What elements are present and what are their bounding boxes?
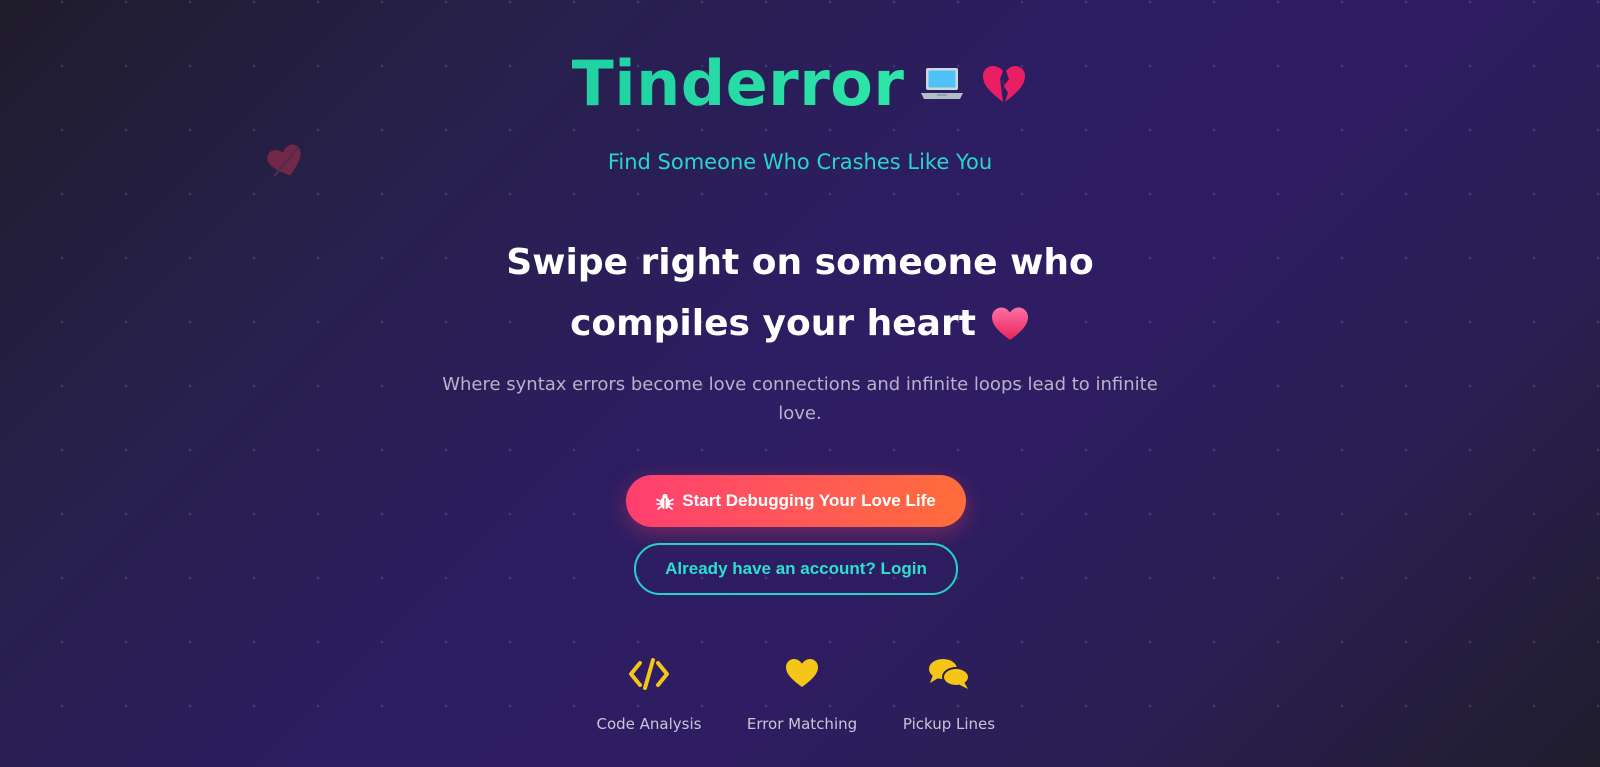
code-icon: [629, 658, 669, 690]
tagline: Find Someone Who Crashes Like You: [607, 150, 993, 174]
feature-label: Code Analysis: [596, 715, 702, 733]
feature-error-matching: Error Matching: [722, 655, 882, 733]
bug-icon: [656, 493, 675, 510]
feature-code-analysis: Code Analysis: [569, 655, 729, 733]
chat-bubbles-icon: [929, 659, 970, 689]
hero-headline: Swipe right on someone who compiles your…: [0, 232, 1600, 354]
login-button[interactable]: Already have an account? Login: [634, 543, 958, 595]
heart-icon: [991, 307, 1028, 340]
heart-icon: [786, 659, 818, 687]
landing-page: Tinderror Find Someone Who Crashes Like …: [0, 0, 1600, 767]
headline-line-2: compiles your heart: [570, 293, 1030, 354]
hero-description: Where syntax errors become love connecti…: [442, 374, 1158, 424]
headline-line-1: Swipe right on someone who: [506, 242, 1094, 283]
start-debugging-label: Start Debugging Your Love Life: [682, 491, 936, 510]
feature-label: Pickup Lines: [902, 715, 996, 733]
laptop-icon: [921, 68, 964, 99]
start-debugging-button[interactable]: Start Debugging Your Love Life: [626, 475, 966, 527]
broken-heart-icon: [983, 66, 1026, 102]
features-row: Code Analysis Error Matching Pickup Line…: [0, 655, 1600, 745]
brand-header: Tinderror: [0, 44, 1600, 124]
brand-title: Tinderror: [572, 44, 905, 124]
feature-label: Error Matching: [746, 715, 858, 733]
feature-pickup-lines: Pickup Lines: [869, 655, 1029, 733]
headline-line-2-text: compiles your heart: [570, 303, 976, 344]
